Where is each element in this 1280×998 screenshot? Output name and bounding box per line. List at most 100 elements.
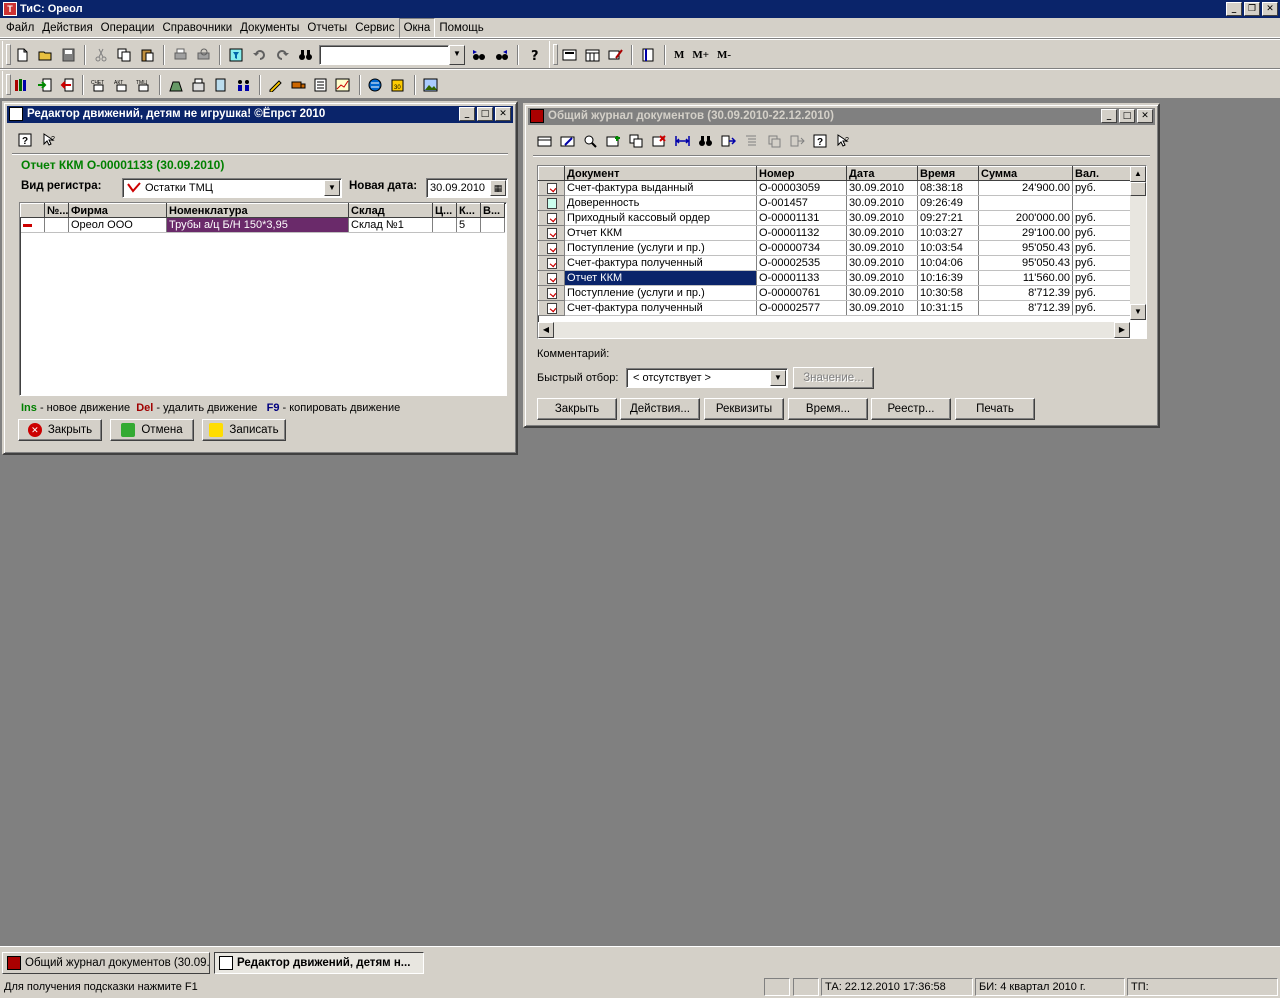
pen-button[interactable] [604, 44, 626, 66]
quick-filter-select[interactable]: < отсутствует > ▼ [626, 368, 788, 388]
income-button[interactable] [33, 74, 54, 96]
globe-button[interactable] [365, 74, 386, 96]
menu-reports[interactable]: Отчеты [303, 19, 351, 37]
chevron-down-icon[interactable]: ▼ [449, 44, 465, 65]
goods-button[interactable]: ТМЦ [133, 74, 154, 96]
col-date[interactable]: Дата [846, 166, 918, 181]
journal-delete-button[interactable] [648, 130, 670, 152]
col-document[interactable]: Документ [564, 166, 757, 181]
journal-add-button[interactable] [602, 130, 624, 152]
scroll-up-icon[interactable]: ▲ [1130, 166, 1146, 182]
journal-vertical-scrollbar[interactable]: ▲ ▼ [1130, 166, 1146, 320]
menu-actions[interactable]: Действия [38, 19, 96, 37]
journal-registry-button[interactable]: Реестр... [871, 398, 951, 420]
find-next-button[interactable] [467, 44, 489, 66]
table-row[interactable]: Поступление (услуги и пр.) О-00000761 30.0… [538, 285, 1131, 301]
help-button[interactable]: ? [523, 44, 545, 66]
journal-new-button[interactable] [533, 130, 555, 152]
new-date-field[interactable]: 30.09.2010 ▦ [426, 178, 508, 198]
table-row[interactable]: Отчет ККМ О-00001133 30.09.2010 10:16:39 11'… [538, 270, 1131, 286]
menu-documents[interactable]: Документы [236, 19, 303, 37]
redo-button[interactable] [271, 44, 293, 66]
col-time[interactable]: Время [917, 166, 979, 181]
memory-plus-button[interactable]: M+ [688, 49, 713, 61]
list-button[interactable] [310, 74, 331, 96]
journal-copy-button[interactable] [625, 130, 647, 152]
col-currency[interactable]: Вал. [1072, 166, 1131, 181]
journal-print-button[interactable]: Печать [955, 398, 1035, 420]
chevron-down-icon[interactable]: ▼ [324, 180, 340, 196]
col-qty[interactable]: К... [456, 203, 481, 218]
journal-grid[interactable]: Документ Номер Дата Время Сумма Вал. Сче… [537, 165, 1147, 339]
scroll-right-icon[interactable]: ▶ [1114, 322, 1130, 338]
register-select[interactable]: Остатки ТМЦ ▼ [122, 178, 342, 198]
memory-button[interactable]: M [670, 49, 688, 61]
journal-time-button[interactable]: Время... [788, 398, 868, 420]
calculator-button[interactable] [558, 44, 580, 66]
search-input[interactable] [319, 44, 449, 65]
money-bag-button[interactable] [165, 74, 186, 96]
door-button[interactable] [210, 74, 231, 96]
table-row[interactable]: Поступление (услуги и пр.) О-00000734 30.0… [538, 240, 1131, 256]
task-editor[interactable]: Редактор движений, детям н... [214, 952, 424, 974]
movements-grid[interactable]: №... Фирма Номенклатура Склад Ц... К... … [19, 202, 507, 396]
journal-goto-button[interactable] [717, 130, 739, 152]
journal-actions-button[interactable]: Действия... [620, 398, 700, 420]
editor-help-button[interactable]: ? [14, 129, 36, 151]
journal-dependents-button[interactable] [763, 130, 785, 152]
open-button[interactable] [34, 44, 56, 66]
copy-button[interactable] [113, 44, 135, 66]
table-row[interactable]: Отчет ККМ О-00001132 30.09.2010 10:03:27 29'… [538, 225, 1131, 241]
scroll-down-icon[interactable]: ▼ [1130, 304, 1146, 320]
editor-maximize-button[interactable]: □ [477, 107, 493, 121]
table-row[interactable]: Приходный кассовый ордер О-00001131 30.09.… [538, 210, 1131, 226]
calendar-30-button[interactable]: 30 [387, 74, 408, 96]
book-button[interactable] [637, 44, 659, 66]
menu-help[interactable]: Помощь [435, 19, 487, 37]
col-item[interactable]: Номенклатура [166, 203, 349, 218]
close-button[interactable]: ✕ [1262, 2, 1278, 16]
chevron-down-icon[interactable]: ▼ [770, 370, 786, 386]
table-row[interactable]: Счет-фактура полученный О-00002577 30.09.2… [538, 300, 1131, 316]
cash-register-button[interactable] [188, 74, 209, 96]
filter-button[interactable] [225, 44, 247, 66]
editor-minimize-button[interactable]: _ [459, 107, 475, 121]
journal-close-button[interactable]: ✕ [1137, 109, 1153, 123]
col-sum[interactable]: Сумма [978, 166, 1073, 181]
table-row[interactable]: Доверенность О-001457 30.09.2010 09:26:49 [538, 195, 1131, 211]
journal-minimize-button[interactable]: _ [1101, 109, 1117, 123]
col-firm[interactable]: Фирма [68, 203, 167, 218]
find-button[interactable] [294, 44, 316, 66]
task-journal[interactable]: Общий журнал документов (30.09.... [2, 952, 210, 974]
menu-file[interactable]: Файл [2, 19, 38, 37]
cut-button[interactable] [90, 44, 112, 66]
print-button[interactable] [169, 44, 191, 66]
journal-edit-button[interactable] [556, 130, 578, 152]
col-number[interactable]: Номер [756, 166, 847, 181]
calendar-button[interactable] [581, 44, 603, 66]
editor-save-button[interactable]: Записать [202, 419, 286, 441]
journal-struct-button[interactable] [740, 130, 762, 152]
col-v[interactable]: В... [480, 203, 505, 218]
journal-horizontal-scrollbar[interactable]: ◀ ▶ [538, 322, 1130, 338]
save-toolbar-button[interactable] [57, 44, 79, 66]
col-store[interactable]: Склад [348, 203, 433, 218]
paste-button[interactable] [136, 44, 158, 66]
editor-whats-this-button[interactable]: ? [38, 129, 60, 151]
journal-search-button[interactable] [694, 130, 716, 152]
table-row[interactable]: Счет-фактура полученный О-00002535 30.09.2… [538, 255, 1131, 271]
calendar-icon[interactable]: ▦ [490, 180, 506, 196]
item-cell[interactable]: Трубы а/ц Б/Н 150*3,95 [166, 217, 349, 233]
print-preview-button[interactable] [192, 44, 214, 66]
journal-requisites-button[interactable]: Реквизиты [704, 398, 784, 420]
col-price[interactable]: Ц... [432, 203, 457, 218]
menu-operations[interactable]: Операции [97, 19, 159, 37]
outcome-button[interactable] [56, 74, 77, 96]
undo-button[interactable] [248, 44, 270, 66]
chart-button[interactable] [332, 74, 353, 96]
act-button[interactable]: АКТ [111, 74, 132, 96]
scroll-thumb[interactable] [1130, 182, 1146, 196]
journal-view-button[interactable] [579, 130, 601, 152]
restore-button[interactable]: ❐ [1244, 2, 1260, 16]
journal-close-action-button[interactable]: Закрыть [537, 398, 617, 420]
